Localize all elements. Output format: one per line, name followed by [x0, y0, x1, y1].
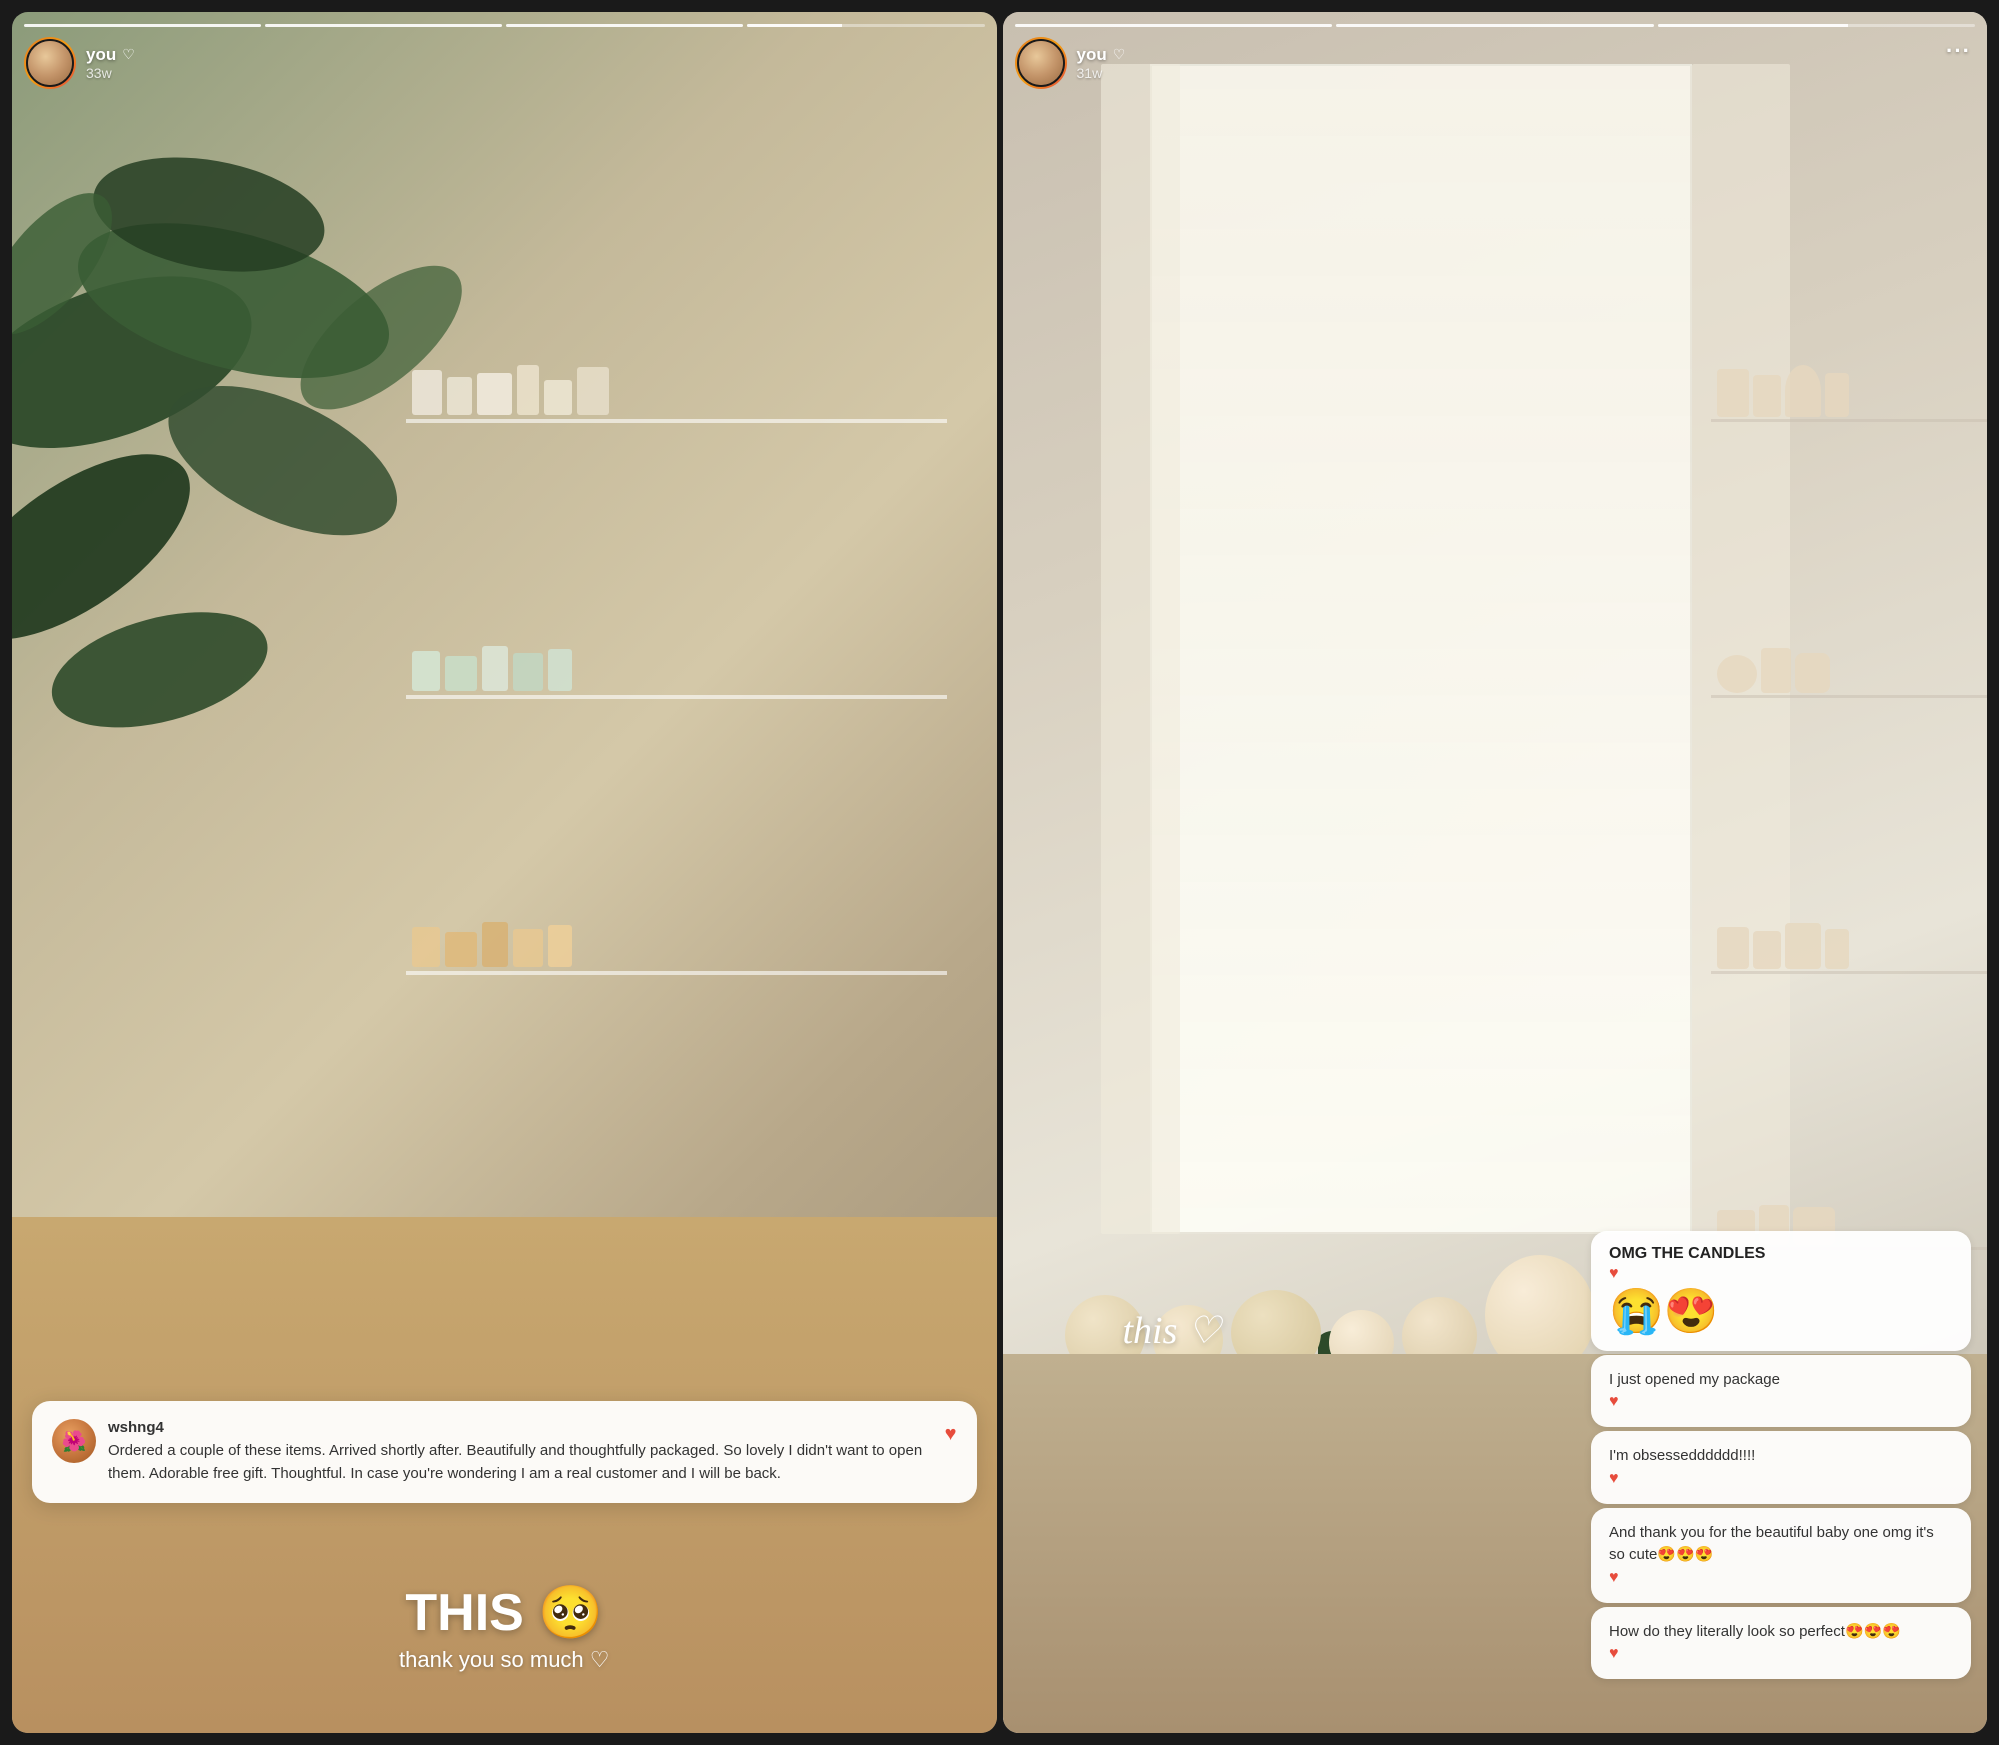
heart-icon: ♡ — [122, 46, 135, 63]
chat-bubble-title: OMG THE CANDLES ♥ 😭😍 — [1591, 1231, 1971, 1351]
chat-message-1: I just opened my package — [1609, 1371, 1780, 1388]
timestamp-2: 31w — [1077, 65, 1126, 81]
right-shelf-row-1 — [1711, 150, 1987, 422]
avatar-image — [28, 41, 72, 85]
username-row: you ♡ — [86, 45, 135, 65]
comment-content: wshng4 Ordered a couple of these items. … — [108, 1419, 933, 1485]
chat-title-text: OMG THE CANDLES — [1609, 1245, 1953, 1263]
right-shelf-row-4 — [1711, 978, 1987, 1250]
emoji-row: 😭😍 — [1609, 1285, 1953, 1337]
username: you — [86, 45, 116, 65]
thank-you-text: thank you so much ♡ — [12, 1647, 997, 1673]
this-text: THIS 🥺 — [12, 1582, 997, 1643]
story-1-caption: THIS 🥺 thank you so much ♡ — [12, 1582, 997, 1673]
chat-overlay: OMG THE CANDLES ♥ 😭😍 I just opened my pa… — [1591, 1231, 1971, 1684]
progress-bars-2 — [1015, 24, 1976, 27]
avatar-ring[interactable] — [24, 37, 76, 89]
chat-bubble-1: I just opened my package ♥ — [1591, 1355, 1971, 1428]
chat-heart-4: ♥ — [1609, 1569, 1953, 1587]
shelf-row-2 — [406, 425, 947, 699]
story-1-user-info[interactable]: you ♡ 33w — [24, 37, 985, 89]
story-2-header: you ♡ 31w — [1003, 12, 1988, 89]
shelf-row-4 — [406, 977, 947, 1251]
story-2[interactable]: you ♡ 31w ··· this ♡ OMG THE CANDLES ♥ 😭… — [1003, 12, 1988, 1733]
comment-heart-icon: ♥ — [945, 1423, 957, 1446]
user-meta-2: you ♡ 31w — [1077, 45, 1126, 81]
user-meta: you ♡ 33w — [86, 45, 135, 81]
more-options-icon[interactable]: ··· — [1946, 38, 1971, 64]
avatar[interactable] — [26, 39, 74, 87]
progress-bar-2-1 — [1015, 24, 1333, 27]
commenter-name: wshng4 — [108, 1419, 933, 1436]
shelf-row-3 — [406, 701, 947, 975]
stories-container: you ♡ 33w 🌺 wshng4 Ordered a couple of t… — [0, 0, 1999, 1745]
chat-message-2: I'm obsessedddddd!!!! — [1609, 1447, 1755, 1464]
chat-message-3: And thank you for the beautiful baby one… — [1609, 1524, 1934, 1564]
story-1[interactable]: you ♡ 33w 🌺 wshng4 Ordered a couple of t… — [12, 12, 997, 1733]
username-2: you — [1077, 45, 1107, 65]
right-shelf-row-3 — [1711, 702, 1987, 974]
progress-bar-2 — [265, 24, 502, 27]
heart-icon-2: ♡ — [1113, 46, 1126, 63]
chat-message-4: How do they literally look so perfect😍😍😍 — [1609, 1623, 1901, 1640]
chat-heart-1: ♥ — [1609, 1265, 1953, 1283]
chat-heart-2: ♥ — [1609, 1393, 1953, 1411]
avatar-ring-2[interactable] — [1015, 37, 1067, 89]
progress-bar-4 — [747, 24, 984, 27]
window — [1150, 64, 1691, 1234]
commenter-avatar: 🌺 — [52, 1419, 96, 1463]
left-curtain — [1101, 64, 1180, 1234]
chat-bubble-3: And thank you for the beautiful baby one… — [1591, 1508, 1971, 1603]
progress-bars — [24, 24, 985, 27]
username-row-2: you ♡ — [1077, 45, 1126, 65]
chat-heart-5: ♥ — [1609, 1645, 1953, 1663]
progress-bar-1 — [24, 24, 261, 27]
story-1-header: you ♡ 33w — [12, 12, 997, 89]
right-shelf-row-2 — [1711, 426, 1987, 698]
progress-bar-2-2 — [1336, 24, 1654, 27]
this-italic-text: this ♡ — [1123, 1308, 1221, 1353]
chat-heart-3: ♥ — [1609, 1470, 1953, 1488]
progress-bar-3 — [506, 24, 743, 27]
shelf-row-1 — [406, 150, 947, 424]
chat-bubble-4: How do they literally look so perfect😍😍😍… — [1591, 1607, 1971, 1680]
comment-bubble: 🌺 wshng4 Ordered a couple of these items… — [32, 1401, 977, 1503]
timestamp: 33w — [86, 65, 135, 81]
story-2-user-info[interactable]: you ♡ 31w — [1015, 37, 1976, 89]
avatar-2[interactable] — [1017, 39, 1065, 87]
progress-bar-2-3 — [1658, 24, 1976, 27]
comment-text: Ordered a couple of these items. Arrived… — [108, 1440, 933, 1485]
avatar-image-2 — [1019, 41, 1063, 85]
chat-bubble-2: I'm obsessedddddd!!!! ♥ — [1591, 1431, 1971, 1504]
